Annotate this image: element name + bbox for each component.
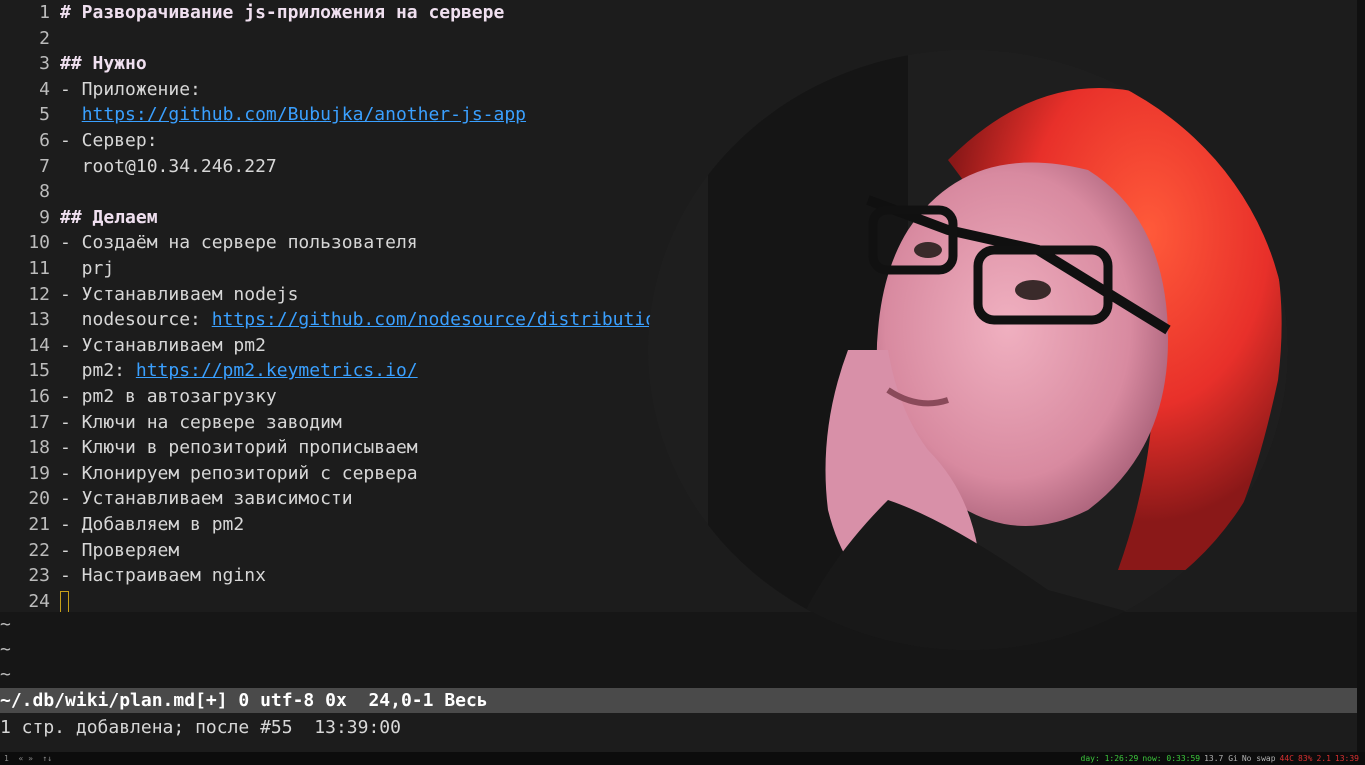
editor-line[interactable]: 24 (0, 589, 69, 615)
line-text: - Настраиваем nginx (60, 565, 266, 587)
editor-line[interactable]: 14 - Устанавливаем pm2 (0, 333, 266, 359)
line-number: 22 (28, 539, 50, 561)
editor-line[interactable]: 17 - Ключи на сервере заводим (0, 410, 342, 436)
editor-line[interactable]: 20 - Устанавливаем зависимости (0, 486, 353, 512)
editor-line[interactable]: 13 nodesource: https://github.com/nodeso… (0, 307, 678, 333)
editor-line[interactable]: 6 - Сервер: (0, 128, 158, 154)
line-text: prj (60, 258, 115, 279)
status-widget: 83% (1298, 754, 1313, 763)
status-widget: 2.1 (1316, 754, 1331, 763)
editor-line[interactable]: 15 pm2: https://pm2.keymetrics.io/ (0, 358, 418, 384)
line-number: 17 (28, 411, 50, 433)
editor-line[interactable]: 2 (0, 26, 60, 52)
line-number: 16 (28, 386, 50, 407)
line-text: - Ключи в репозиторий прописываем (60, 437, 418, 459)
link[interactable]: https://github.com/Bubujka/another-js-ap… (82, 104, 526, 125)
editor-line[interactable]: 18 - Ключи в репозиторий прописываем (0, 435, 418, 461)
line-text: - Ключи на сервере заводим (60, 411, 342, 433)
link[interactable]: https://pm2.keymetrics.io/ (136, 360, 418, 381)
status-widget: now: 0:33:59 (1142, 754, 1201, 763)
avatar-illustration (648, 50, 1288, 650)
text-cursor (60, 590, 69, 613)
editor-line[interactable]: 19 - Клонируем репозиторий с сервера (0, 461, 418, 487)
tilde-marker: ~ (0, 614, 11, 635)
editor-line[interactable]: 10 - Создаём на сервере пользователя (0, 230, 418, 256)
line-text: pm2: (60, 360, 136, 382)
status-widget: No swap (1241, 754, 1276, 763)
status-widget: 44C (1279, 754, 1294, 763)
editor-line[interactable]: 12 - Устанавливаем nodejs (0, 282, 298, 308)
line-number: 5 (39, 104, 50, 126)
line-text: - Приложение: (60, 78, 201, 100)
line-text: - Добавляем в pm2 (60, 514, 245, 535)
line-number: 2 (39, 27, 50, 49)
vim-command-line[interactable]: 1 стр. добавлена; после #55 13:39:00 (0, 714, 1357, 744)
line-number: 7 (39, 155, 50, 177)
editor-line[interactable]: 23 - Настраиваем nginx (0, 563, 266, 589)
line-number: 14 (28, 334, 50, 356)
system-taskbar: 1 « » ↑↓ day: 1:26:29 now: 0:33:59 13.7 Gi… (0, 752, 1365, 765)
line-text: - Клонируем репозиторий с сервера (60, 462, 418, 484)
line-number: 9 (39, 206, 50, 228)
line-text: root@10.34.246.227 (60, 155, 277, 177)
editor-line[interactable]: 1 # Разворачивание js-приложения на серве… (0, 0, 504, 26)
line-number: 15 (28, 360, 50, 382)
line-text: - Создаём на сервере пользователя (60, 232, 418, 254)
line-number: 12 (28, 283, 50, 305)
status-widget: 13.7 Gi (1204, 754, 1238, 763)
editor-line[interactable]: 7 root@10.34.246.227 (0, 154, 277, 180)
editor-line[interactable]: 22 - Проверяем (0, 538, 179, 564)
markdown-heading: ## Делаем (60, 206, 158, 228)
status-widget: 13:39 (1334, 754, 1359, 763)
tilde-marker: ~ (0, 664, 11, 685)
editor-line[interactable]: 4 - Приложение: (0, 77, 201, 103)
line-text: - Сервер: (60, 130, 158, 151)
line-text: nodesource: (60, 309, 212, 331)
status-widget: day: 1:26:29 (1080, 754, 1139, 763)
line-number: 11 (28, 258, 50, 279)
line-number: 19 (28, 462, 50, 484)
line-text: - Устанавливаем pm2 (60, 334, 266, 356)
line-number: 23 (28, 565, 50, 587)
workspace-indicator[interactable]: 1 « » ↑↓ (4, 752, 52, 765)
line-number: 4 (39, 78, 50, 100)
line-number: 24 (28, 590, 50, 612)
empty-buffer-area: ~ ~ ~ (0, 612, 1357, 688)
line-number: 13 (28, 309, 50, 331)
editor-line[interactable]: 5 https://github.com/Bubujka/another-js-… (0, 102, 526, 128)
line-number: 20 (28, 488, 50, 510)
editor-line[interactable]: 3 ## Нужно (0, 51, 147, 77)
line-number: 8 (39, 181, 50, 203)
line-text (60, 104, 82, 125)
editor-line[interactable]: 21 - Добавляем в pm2 (0, 512, 244, 538)
line-number: 10 (28, 232, 50, 254)
scrollbar[interactable] (1357, 0, 1365, 752)
user-avatar-photo (648, 50, 1288, 650)
line-text: - Устанавливаем зависимости (60, 488, 353, 510)
line-text: - Устанавливаем nodejs (60, 283, 299, 305)
markdown-heading: # Разворачивание js-приложения на сервер… (60, 2, 505, 23)
tilde-marker: ~ (0, 639, 11, 660)
line-text: - Проверяем (60, 539, 180, 561)
vim-statusline: ~/.db/wiki/plan.md[+] 0 utf-8 0x 24,0-1 … (0, 688, 1357, 713)
line-number: 6 (39, 130, 50, 151)
line-text: - pm2 в автозагрузку (60, 386, 277, 407)
line-number: 18 (28, 437, 50, 459)
line-number: 21 (28, 514, 50, 535)
link[interactable]: https://github.com/nodesource/distributi… (212, 309, 678, 330)
line-number: 1 (39, 2, 50, 23)
system-status-widgets: day: 1:26:29 now: 0:33:59 13.7 Gi No swap 44… (1081, 752, 1359, 765)
editor-line[interactable]: 16 - pm2 в автозагрузку (0, 384, 277, 410)
editor-line[interactable]: 11 prj (0, 256, 114, 282)
editor-line[interactable]: 9 ## Делаем (0, 205, 158, 231)
editor-line[interactable]: 8 (0, 179, 60, 205)
line-number: 3 (39, 53, 50, 75)
markdown-heading: ## Нужно (60, 53, 147, 75)
